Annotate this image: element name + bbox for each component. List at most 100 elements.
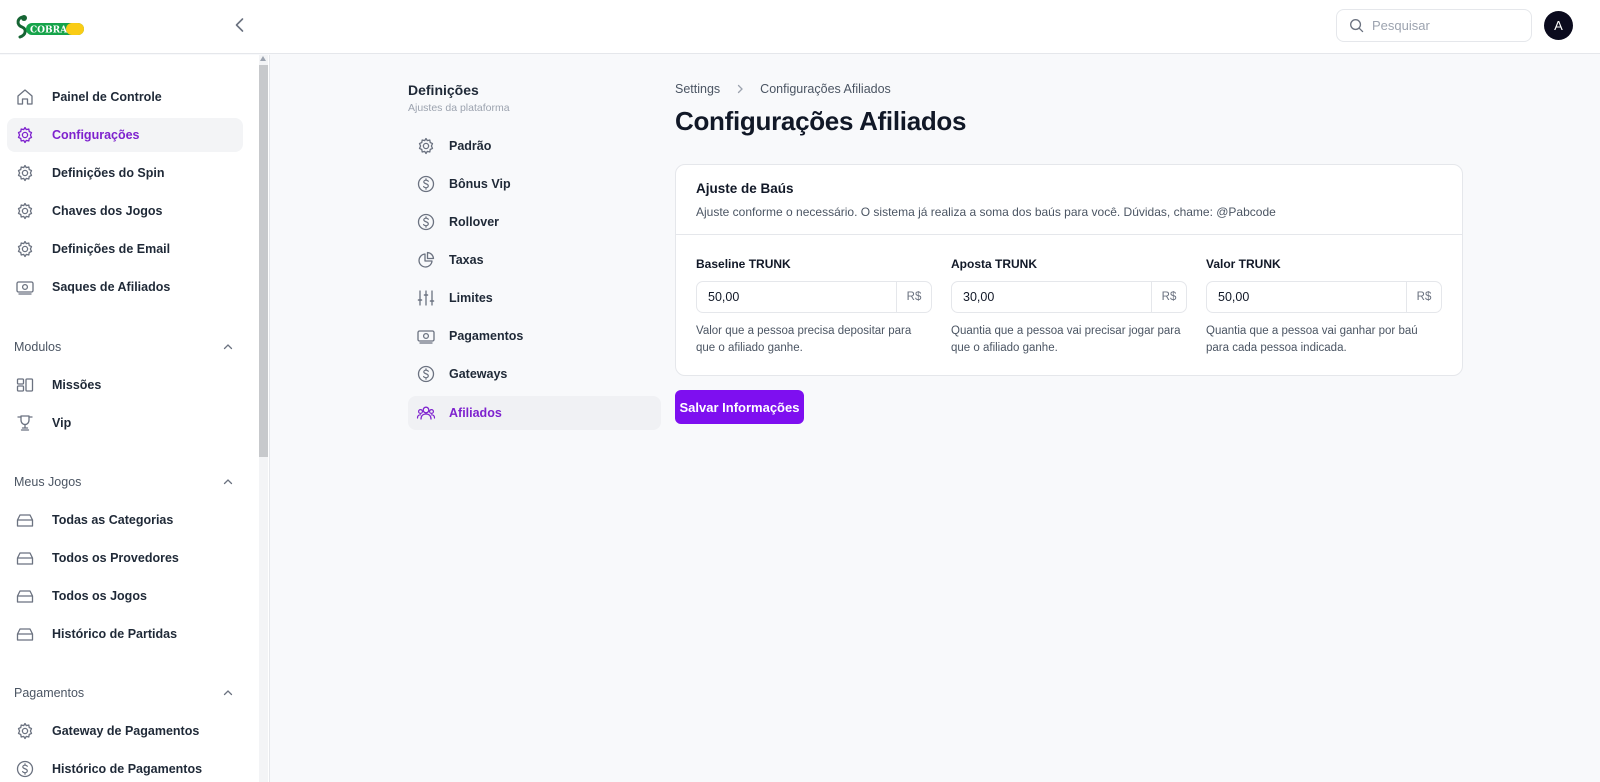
breadcrumb-settings-link[interactable]: Settings (675, 82, 720, 96)
home-icon (17, 89, 33, 105)
sidebar-item-painel-de-controle[interactable]: Painel de Controle (7, 80, 243, 114)
users-icon (416, 406, 436, 420)
banknote-icon (16, 281, 34, 295)
sidebar-item-saques-de-afiliados[interactable]: Saques de Afiliados (7, 270, 243, 304)
field-label: Baseline TRUNK (696, 257, 791, 271)
inbox-icon (16, 514, 34, 527)
settings-nav-label: Limites (449, 291, 493, 305)
page-title: Configurações Afiliados (675, 106, 967, 136)
sidebar-item-todos-os-jogos[interactable]: Todos os Jogos (7, 579, 243, 613)
gear-icon (17, 126, 33, 144)
search-input[interactable] (1372, 18, 1512, 33)
collapse-sidebar-button[interactable] (230, 15, 250, 35)
dollar-icon (417, 365, 435, 383)
sidebar-item-label: Saques de Afiliados (52, 280, 171, 294)
settings-nav-item-taxas[interactable]: Taxas (408, 243, 661, 277)
settings-nav-label: Pagamentos (449, 329, 524, 343)
sidebar-item-label: Missões (52, 378, 102, 392)
sidebar-item-configuracoes[interactable]: Configurações (7, 118, 243, 152)
app-logo[interactable]: COBRA (14, 13, 86, 43)
chevron-right-icon (738, 84, 744, 94)
dashboard-icon (16, 378, 34, 392)
settings-nav-label: Afiliados (449, 406, 502, 420)
sidebar-item-todos-os-provedores[interactable]: Todos os Provedores (7, 541, 243, 575)
sidebar-item-label: Vip (52, 416, 72, 430)
dollar-icon (16, 760, 34, 778)
user-avatar[interactable]: A (1544, 11, 1573, 40)
breadcrumb-current: Configurações Afiliados (760, 82, 891, 96)
settings-nav-item-gateways[interactable]: Gateways (408, 357, 661, 391)
chevron-left-icon (235, 18, 244, 32)
section-toggle-pagamentos[interactable]: Pagamentos (14, 683, 234, 703)
sidebar: Painel de Controle Configurações Definiç… (0, 55, 270, 782)
sidebar-item-label: Definições do Spin (52, 166, 165, 180)
settings-nav-label: Gateways (449, 367, 508, 381)
aposta-trunk-input-group: R$ (951, 281, 1187, 313)
currency-addon: R$ (896, 282, 931, 312)
sidebar-item-chaves-dos-jogos[interactable]: Chaves dos Jogos (7, 194, 243, 228)
field-label: Valor TRUNK (1206, 257, 1281, 271)
inbox-icon (16, 590, 34, 603)
sliders-icon (417, 290, 435, 306)
settings-nav-item-rollover[interactable]: Rollover (408, 205, 661, 239)
section-toggle-modulos[interactable]: Modulos (14, 337, 234, 357)
settings-nav-item-pagamentos[interactable]: Pagamentos (408, 319, 661, 353)
scroll-up-arrow-icon[interactable] (260, 56, 266, 61)
card-description: Ajuste conforme o necessário. O sistema … (696, 205, 1276, 219)
sidebar-item-historico-de-pagamentos[interactable]: Histórico de Pagamentos (7, 752, 243, 782)
settings-nav-subtitle: Ajustes da plataforma (408, 102, 510, 114)
valor-trunk-input-group: R$ (1206, 281, 1442, 313)
sidebar-item-definicoes-de-email[interactable]: Definições de Email (7, 232, 243, 266)
field-aposta-trunk: Aposta TRUNK R$ Quantia que a pessoa vai… (951, 257, 1187, 357)
chevron-up-icon (223, 690, 233, 696)
section-title: Pagamentos (14, 686, 85, 700)
sidebar-item-vip[interactable]: Vip (7, 406, 243, 440)
sidebar-item-label: Painel de Controle (52, 90, 162, 104)
field-help-text: Quantia que a pessoa vai precisar jogar … (951, 325, 1181, 354)
section-title: Meus Jogos (14, 475, 82, 489)
sidebar-item-todas-as-categorias[interactable]: Todas as Categorias (7, 503, 243, 537)
sidebar-scrollbar-thumb[interactable] (259, 65, 268, 457)
aposta-trunk-input[interactable] (952, 282, 1151, 312)
settings-nav-item-afiliados[interactable]: Afiliados (408, 396, 661, 430)
sidebar-item-gateway-de-pagamentos[interactable]: Gateway de Pagamentos (7, 714, 243, 748)
settings-nav-item-limites[interactable]: Limites (408, 281, 661, 315)
card-header: Ajuste de Baús Ajuste conforme o necessá… (676, 165, 1462, 235)
gear-icon (17, 722, 33, 740)
gear-icon (17, 164, 33, 182)
settings-nav-item-padrao[interactable]: Padrão (408, 129, 661, 163)
trophy-icon (17, 415, 33, 431)
sidebar-item-label: Todas as Categorias (52, 513, 174, 527)
gear-icon (418, 137, 434, 155)
gear-icon (17, 202, 33, 220)
baseline-trunk-input-group: R$ (696, 281, 932, 313)
field-baseline-trunk: Baseline TRUNK R$ Valor que a pessoa pre… (696, 257, 932, 357)
settings-nav-item-bonus-vip[interactable]: Bônus Vip (408, 167, 661, 201)
chevron-up-icon (223, 344, 233, 350)
sidebar-item-definicoes-do-spin[interactable]: Definições do Spin (7, 156, 243, 190)
sidebar-item-label: Todos os Provedores (52, 551, 179, 565)
dollar-icon (417, 213, 435, 231)
sidebar-item-label: Definições de Email (52, 242, 171, 256)
field-help-text: Valor que a pessoa precisa depositar par… (696, 325, 912, 354)
inbox-icon (16, 552, 34, 565)
sidebar-item-historico-de-partidas[interactable]: Histórico de Partidas (7, 617, 243, 651)
sidebar-item-missoes[interactable]: Missões (7, 368, 243, 402)
field-help-text: Quantia que a pessoa vai ganhar por baú … (1206, 325, 1418, 354)
valor-trunk-input[interactable] (1207, 282, 1406, 312)
save-button[interactable]: Salvar Informações (675, 390, 804, 424)
chevron-up-icon (223, 479, 233, 485)
banknote-icon (417, 330, 435, 344)
sidebar-item-label: Chaves dos Jogos (52, 204, 163, 218)
field-label: Aposta TRUNK (951, 257, 1037, 271)
settings-nav-label: Taxas (449, 253, 484, 267)
settings-nav-label: Rollover (449, 215, 500, 229)
sidebar-item-label: Gateway de Pagamentos (52, 724, 200, 738)
section-toggle-meus-jogos[interactable]: Meus Jogos (14, 472, 234, 492)
breadcrumb: Settings Configurações Afiliados (675, 82, 891, 96)
settings-nav-label: Padrão (449, 139, 492, 153)
search-box[interactable] (1336, 9, 1532, 42)
pie-chart-icon (418, 251, 435, 268)
baseline-trunk-input[interactable] (697, 282, 896, 312)
settings-nav-title: Definições (408, 82, 479, 98)
